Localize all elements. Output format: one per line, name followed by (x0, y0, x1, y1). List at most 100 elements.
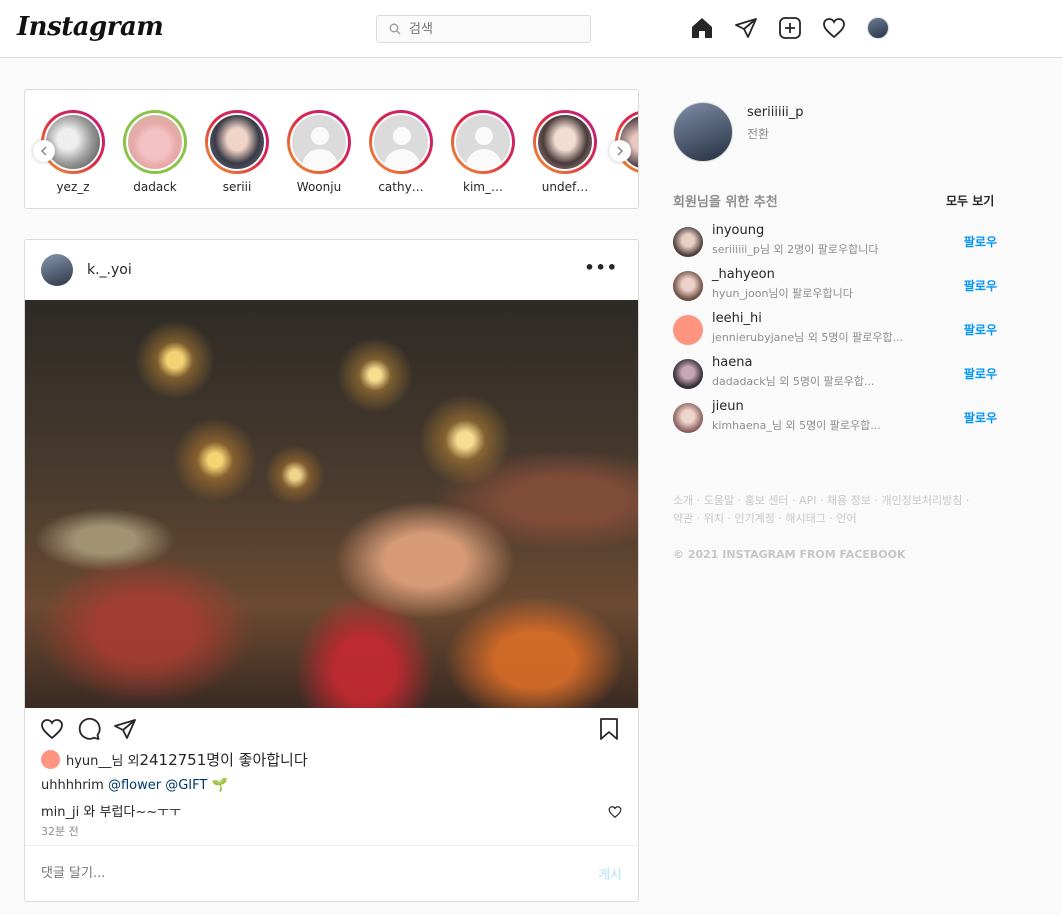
story-avatar (126, 113, 184, 171)
follow-button[interactable]: 팔로우 (964, 277, 997, 294)
story-label: seriii (222, 180, 252, 194)
suggestion-subtext: hyun_joon님이 팔로우합니다 (712, 287, 853, 300)
search-input[interactable] (409, 21, 579, 37)
comment-input[interactable] (41, 866, 561, 881)
like-heart-icon[interactable] (39, 716, 65, 742)
suggestion-avatar[interactable] (673, 227, 703, 257)
follow-button[interactable]: 팔로우 (964, 233, 997, 250)
suggestion-name[interactable]: haena (712, 355, 752, 370)
follow-button[interactable]: 팔로우 (964, 321, 997, 338)
suggestion-name[interactable]: jieun (712, 399, 744, 414)
story-item[interactable]: kim_… (451, 110, 515, 194)
see-all-link[interactable]: 모두 보기 (946, 192, 994, 209)
nav-icons (689, 15, 909, 41)
comment-like-heart-icon[interactable] (608, 804, 622, 819)
activity-heart-icon[interactable] (821, 15, 847, 41)
suggestion-subtext: kimhaena_님 외 5명이 팔로우합... (712, 419, 881, 432)
instagram-logo[interactable]: Instagram (17, 12, 164, 42)
post-author-name[interactable]: k._.yoi (87, 262, 132, 278)
share-icon[interactable] (112, 716, 138, 742)
home-icon[interactable] (689, 15, 715, 41)
story-ring (533, 110, 597, 174)
story-label: undef… (541, 180, 589, 194)
suggestions-title: 회원님을 위한 추천 (673, 195, 778, 210)
default-avatar-icon (456, 115, 510, 169)
story-avatar (372, 113, 430, 171)
story-label: kim_… (463, 180, 503, 194)
suggestion-name[interactable]: leehi_hi (712, 311, 762, 326)
follow-button[interactable]: 팔로우 (964, 409, 997, 426)
story-avatar (290, 113, 348, 171)
comment-text: 와 부럽다~~ㅜㅜ (83, 805, 182, 820)
story-item[interactable]: dadack (123, 110, 187, 194)
story-ring (205, 110, 269, 174)
suggestion-avatar[interactable] (673, 271, 703, 301)
suggestion-item: inyoung seriiiiii_p님 외 2명이 팔로우합니다 팔로우 (673, 223, 997, 259)
post-comment: min_ji 와 부럽다~~ㅜㅜ (41, 801, 181, 820)
suggestion-item: _hahyeon hyun_joon님이 팔로우합니다 팔로우 (673, 267, 997, 303)
story-item[interactable]: undef… (533, 110, 597, 194)
story-avatar (454, 113, 512, 171)
post-image[interactable] (25, 300, 638, 708)
story-label: 24 (615, 180, 638, 194)
story-avatar (536, 113, 594, 171)
story-ring (451, 110, 515, 174)
search-icon (389, 23, 401, 35)
default-avatar-icon (292, 115, 346, 169)
suggestion-avatar[interactable] (673, 315, 703, 345)
story-label: cathy… (378, 180, 424, 194)
story-ring (123, 110, 187, 174)
story-ring (369, 110, 433, 174)
current-username[interactable]: seriiiiii_p (747, 105, 804, 120)
switch-account-link[interactable]: 전환 (747, 125, 804, 142)
stories-next-button[interactable] (609, 140, 631, 162)
avatar (867, 17, 889, 39)
direct-icon[interactable] (733, 15, 759, 41)
post-author-avatar[interactable] (41, 254, 73, 286)
comment-icon[interactable] (76, 716, 102, 742)
suggestion-item: haena dadadack님 외 5명이 팔로우합... 팔로우 (673, 355, 997, 391)
suggestion-item: jieun kimhaena_님 외 5명이 팔로우합... 팔로우 (673, 399, 997, 435)
caption-username[interactable]: uhhhhrim (41, 778, 104, 793)
post-caption: uhhhhrim @flower @GIFT 🌱 (41, 778, 228, 793)
default-avatar-icon (374, 115, 428, 169)
suggestion-avatar[interactable] (673, 403, 703, 433)
post-header: k._.yoi ••• (25, 240, 638, 300)
story-item[interactable]: cathy… (369, 110, 433, 194)
caption-tags[interactable]: @flower @GIFT (108, 778, 207, 793)
bookmark-icon[interactable] (596, 716, 622, 742)
post-comment-button[interactable]: 게시 (598, 864, 622, 883)
plant-emoji: 🌱 (211, 778, 228, 793)
footer-links: 소개 · 도움말 · 홍보 센터 · API · 채용 정보 · 개인정보처리방… (673, 492, 993, 528)
footer-links-line[interactable]: 소개 · 도움말 · 홍보 센터 · API · 채용 정보 · 개인정보처리방… (673, 492, 993, 510)
story-item[interactable]: seriii (205, 110, 269, 194)
suggestion-avatar[interactable] (673, 359, 703, 389)
story-label: yez_z (56, 180, 90, 194)
feed-post: k._.yoi ••• hyun__님 외 2412751명이 좋아합니다 uhh… (24, 239, 639, 902)
likes-count: 2412751명이 좋아합니다 (139, 751, 308, 769)
top-nav: Instagram (0, 0, 1062, 58)
suggestion-item: leehi_hi jennierubyjane님 외 5명이 팔로우합... 팔… (673, 311, 997, 347)
new-post-icon[interactable] (777, 15, 803, 41)
suggestion-name[interactable]: _hahyeon (712, 267, 775, 282)
chevron-left-icon (40, 146, 47, 156)
story-avatar (208, 113, 266, 171)
profile-avatar[interactable] (865, 15, 891, 41)
current-user-avatar[interactable] (673, 102, 733, 162)
follow-button[interactable]: 팔로우 (964, 365, 997, 382)
stories-tray: yez_z dadack seriii Woonju cathy… kim_… … (24, 89, 639, 209)
suggestion-subtext: jennierubyjane님 외 5명이 팔로우합... (712, 331, 904, 344)
suggestion-subtext: dadadack님 외 5명이 팔로우합... (712, 375, 875, 388)
story-item[interactable]: Woonju (287, 110, 351, 194)
story-label: Woonju (296, 180, 342, 194)
chevron-right-icon (617, 146, 624, 156)
search-box[interactable] (376, 15, 591, 43)
likes-summary[interactable]: hyun__님 외 2412751명이 좋아합니다 (41, 749, 308, 770)
likes-prefix: hyun__님 외 (66, 754, 140, 769)
more-options-icon[interactable]: ••• (584, 258, 618, 277)
stories-prev-button[interactable] (33, 140, 55, 162)
comment-bar: 게시 (25, 845, 638, 901)
footer-links-line[interactable]: 약관 · 위치 · 인기계정 · 해시태그 · 언어 (673, 510, 993, 528)
comment-username[interactable]: min_ji (41, 805, 79, 820)
suggestion-name[interactable]: inyoung (712, 223, 764, 238)
